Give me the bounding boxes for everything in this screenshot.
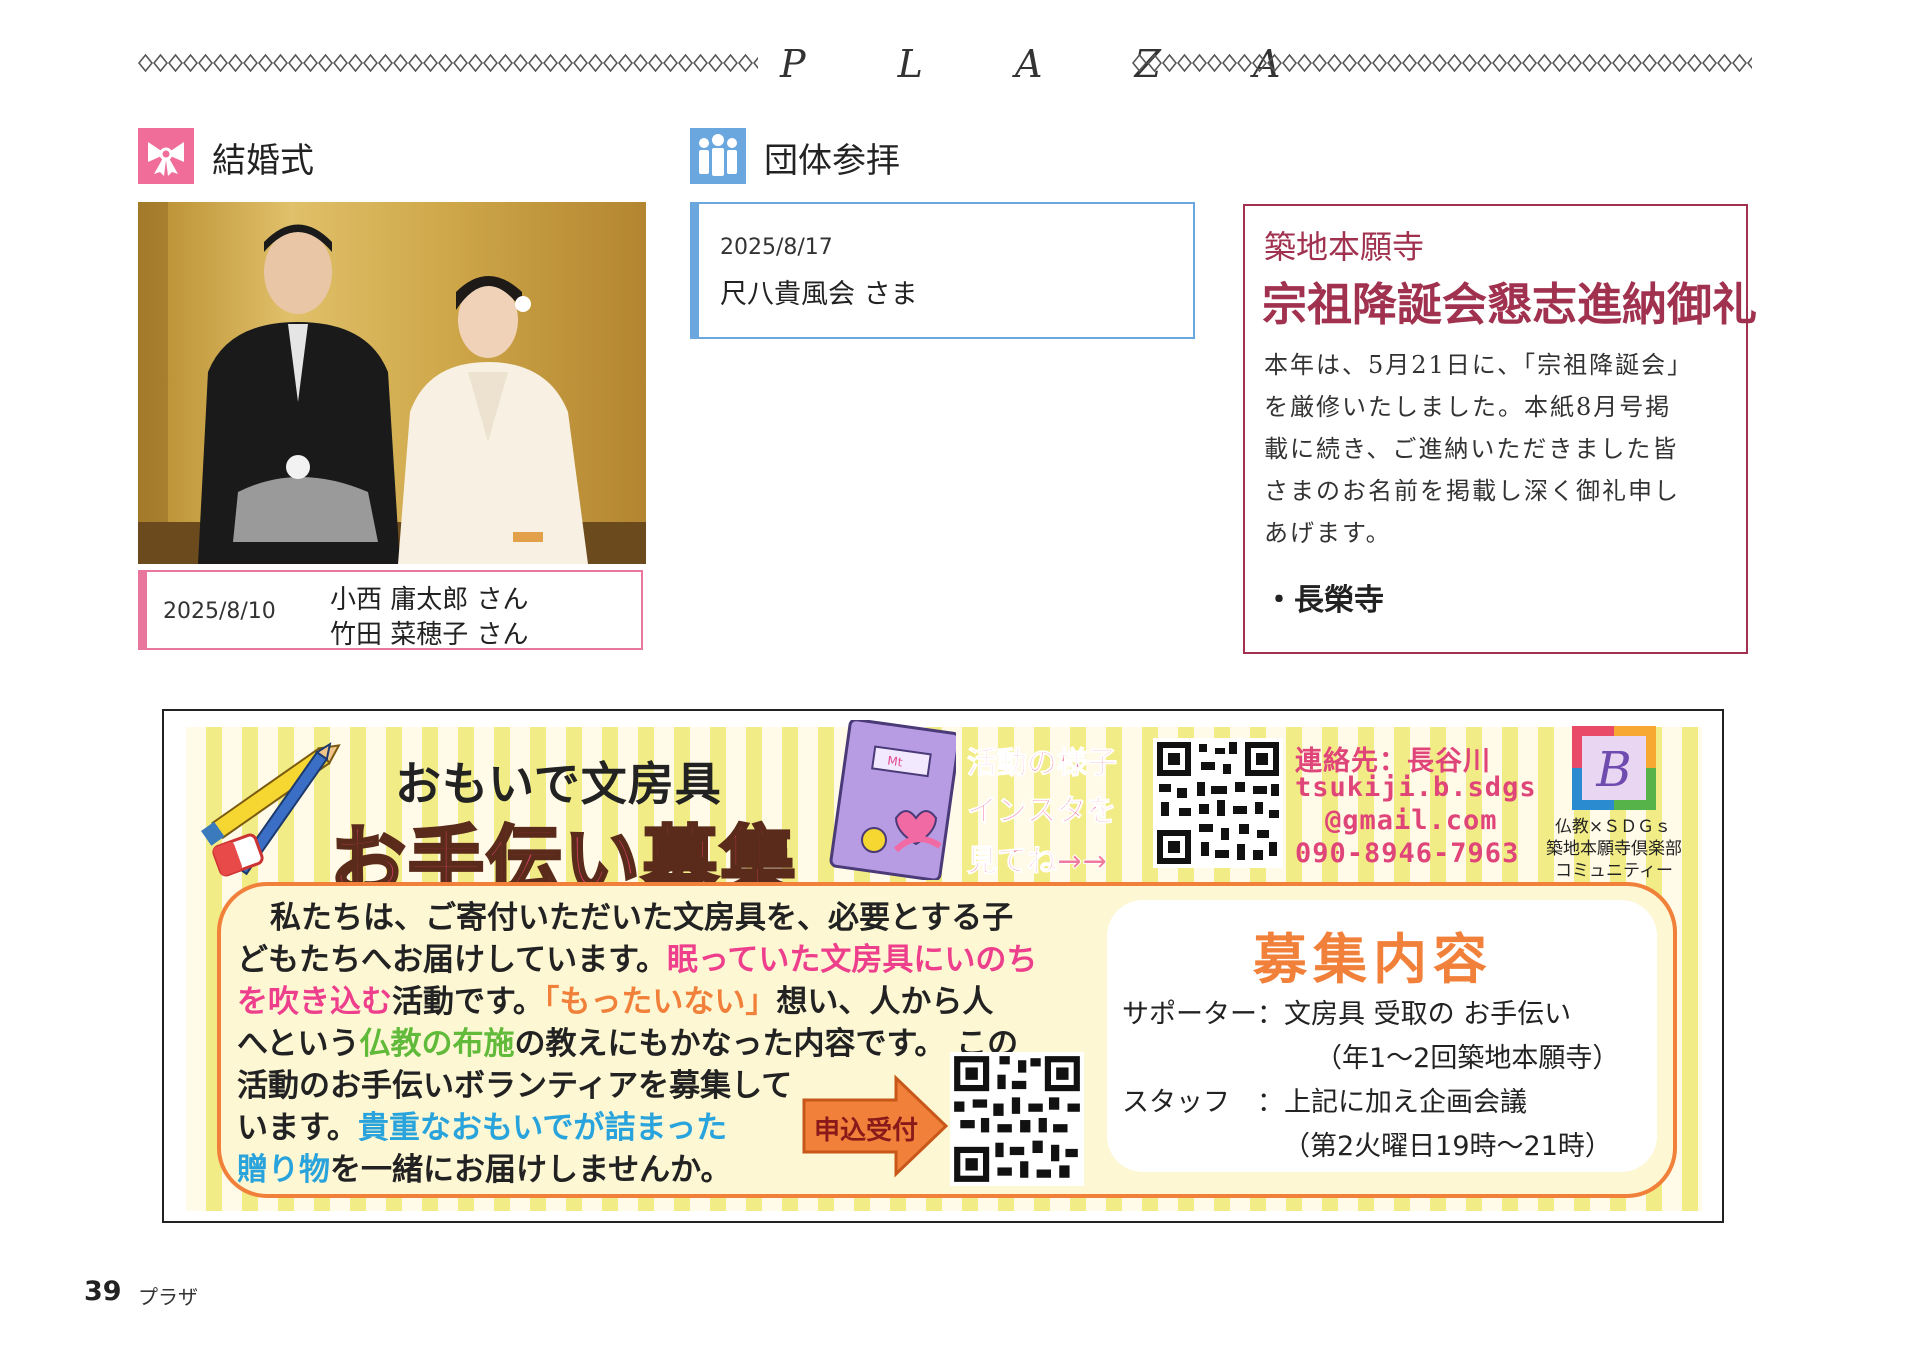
ad-highlight-blue: 貴重なおもいでが詰まった [357, 1110, 728, 1146]
ad-text: の教えにもかなった内容です。 この [514, 1026, 1019, 1062]
page-number: 39 [84, 1276, 122, 1307]
apply-qr-code[interactable] [950, 1052, 1084, 1186]
ad-text: 私たちは、ご寄付いただいた文房具を、必要とする子 [270, 900, 1014, 936]
notice-title: 宗祖降誕会懇志進納御礼 [1262, 278, 1758, 331]
ad-highlight-pink: を吹き込む [237, 984, 392, 1020]
notice-body: 本年は、5月21日に、「宗祖降誕会」 を厳修いたしました。本紙8月号掲 載に続き… [1264, 344, 1734, 554]
ad-text: 活動のお手伝いボランティアを募集して [237, 1068, 793, 1104]
notice-line: を厳修いたしました。本紙8月号掲 [1264, 393, 1672, 421]
ad-body-line-4: へという仏教の布施の教えにもかなった内容です。 この [237, 1018, 1018, 1063]
ad-highlight-orange: 「もったいない」 [543, 984, 777, 1020]
group-info-box [690, 202, 1195, 339]
ad-text: います。 [237, 1110, 358, 1146]
wedding-photo [138, 202, 646, 564]
club-line-3: コミュニティー [1555, 861, 1673, 881]
ad-text: どもたちへお届けしています。 [237, 942, 667, 978]
page-section-label: プラザ [138, 1285, 198, 1309]
groom-name: 小西 庸太郎 さん [330, 585, 529, 615]
notice-line: さまのお名前を掲載し深く御礼申し [1264, 477, 1680, 505]
recruit-supporter-note: （年1～2回築地本願寺） [1315, 1043, 1620, 1074]
header-ornament-right [1132, 52, 1752, 74]
ad-text: を一緒にお届けしませんか。 [330, 1152, 732, 1188]
insta-line: インスタを [966, 794, 1117, 830]
ad-body-line-7: 贈り物を一緒にお届けしませんか。 [237, 1144, 731, 1189]
contact-phone: 090-8946-7963 [1295, 838, 1520, 869]
recruit-staff-note: （第2火曜日19時～21時） [1283, 1131, 1612, 1162]
ad-body-line-3: を吹き込む活動です。「もったいない」想い、人から人 [237, 976, 993, 1021]
notice-line: あげます。 [1264, 519, 1392, 547]
contact-email-user: tsukiji.b.sdgs [1295, 772, 1537, 803]
ad-highlight-pink: 眠っていた文房具にいのち [666, 942, 1038, 978]
ad-body-line-6: います。貴重なおもいでが詰まった [237, 1102, 727, 1147]
apply-label: 申込受付 [814, 1116, 919, 1146]
ad-highlight-blue: 贈り物 [237, 1152, 330, 1188]
ad-body-line-2: どもたちへお届けしています。眠っていた文房具にいのち [237, 934, 1037, 979]
logo-letter: B [1595, 742, 1631, 798]
recruit-supporter: サポーター：文房具 受取の お手伝い [1122, 999, 1572, 1030]
ad-text: 活動です。 [392, 984, 544, 1020]
group-date: 2025/8/17 [720, 235, 833, 260]
notebook-illustration: Mt [829, 720, 956, 880]
diamond-row-left [138, 52, 758, 74]
notice-subtitle: 築地本願寺 [1264, 228, 1425, 266]
group-people-icon [690, 128, 746, 184]
insta-line: 見てね→→ [966, 844, 1108, 880]
ad-body-line-1: 私たちは、ご寄付いただいた文房具を、必要とする子 [270, 892, 1013, 937]
ribbon-icon [138, 128, 194, 184]
group-name: 尺八貴風会 さま [720, 279, 918, 310]
notebook-label: Mt [886, 753, 903, 769]
instagram-qr-code[interactable] [1153, 738, 1283, 868]
ad-body-line-5: 活動のお手伝いボランティアを募集して [237, 1060, 792, 1105]
ad-text: へという [237, 1026, 360, 1062]
insta-line: 活動の様子 [967, 746, 1118, 782]
ad-highlight-green: 仏教の布施 [359, 1026, 515, 1062]
header-ornament-left [138, 52, 758, 74]
sdgs-club-logo: B [1572, 726, 1656, 810]
notice-temple-item: ・長榮寺 [1264, 583, 1384, 618]
contact-email-domain: @gmail.com [1325, 805, 1498, 836]
group-section-title: 団体参拝 [764, 141, 900, 181]
notice-line: 載に続き、ご進納いただきました皆 [1264, 435, 1679, 463]
bride-name: 竹田 菜穂子 さん [330, 620, 529, 650]
diamond-row-right [1132, 52, 1752, 74]
ad-text: 想い、人から人 [776, 984, 994, 1020]
notice-line: 本年は、5月21日に、「宗祖降誕会」 [1264, 351, 1694, 379]
recruit-title: 募集内容 [1253, 928, 1493, 991]
header-title: P L A Z A [780, 42, 1321, 86]
wedding-date: 2025/8/10 [163, 599, 276, 624]
recruit-staff: スタッフ ：上記に加え企画会議 [1122, 1087, 1527, 1118]
wedding-section-title: 結婚式 [212, 141, 314, 181]
